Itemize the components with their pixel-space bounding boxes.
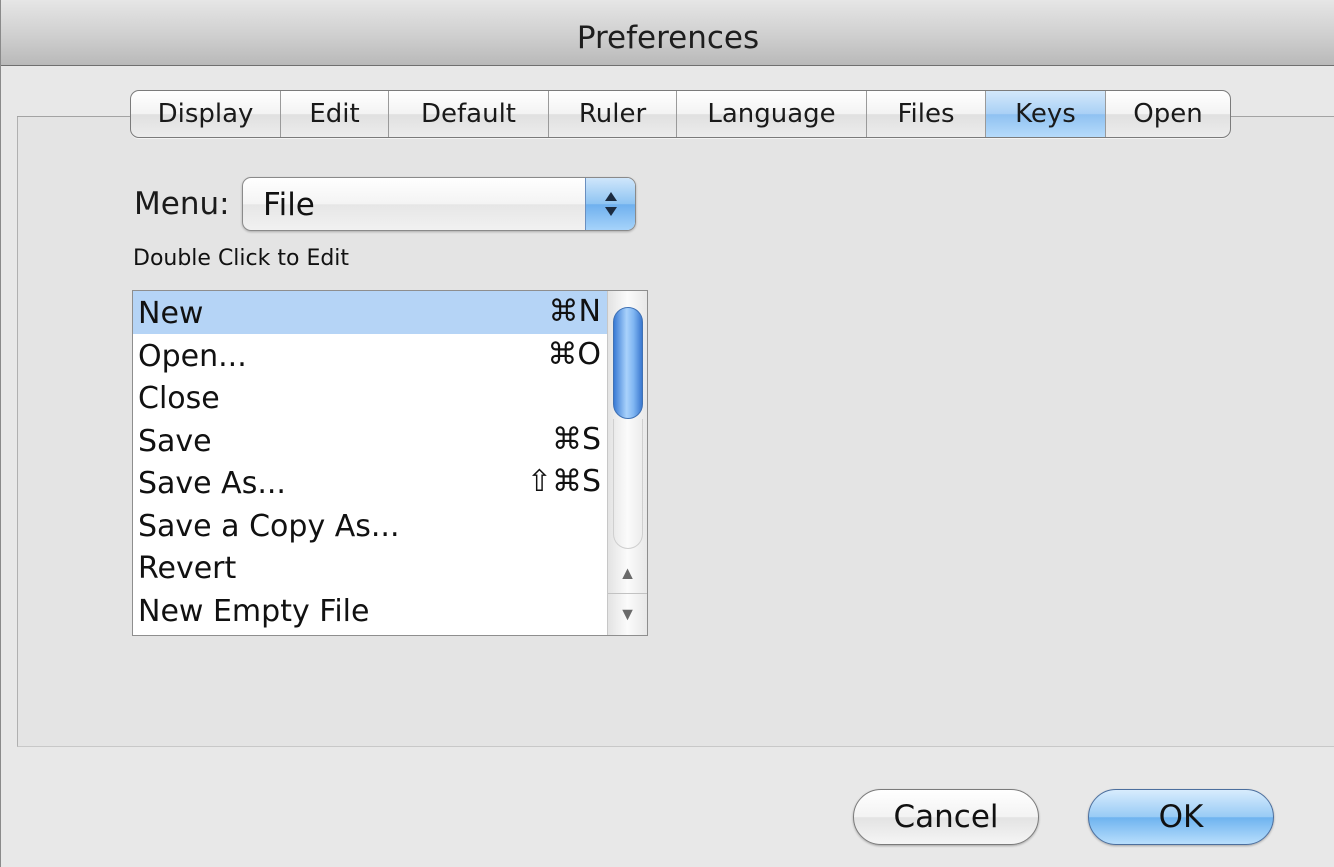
list-item[interactable]: Save As... ⇧⌘S — [133, 461, 607, 504]
down-arrow-icon[interactable]: ▼ — [608, 594, 647, 634]
up-arrow-icon[interactable]: ▲ — [608, 553, 647, 594]
command-name: New — [138, 296, 204, 331]
scrollbar-thumb[interactable] — [613, 307, 643, 419]
tab-language[interactable]: Language — [677, 91, 867, 137]
list-item[interactable]: Open... ⌘O — [133, 334, 607, 377]
command-name: New Empty File — [138, 593, 370, 629]
list-item[interactable]: Save a Copy As... — [133, 504, 607, 547]
tab-files[interactable]: Files — [867, 91, 986, 137]
command-name: Revert — [138, 551, 237, 586]
command-shortcut: ⌘O — [547, 336, 601, 372]
menu-popup-button[interactable]: File — [242, 177, 636, 231]
tab-default[interactable]: Default — [389, 91, 549, 137]
window-title: Preferences — [576, 20, 760, 56]
hint-text: Double Click to Edit — [133, 246, 350, 271]
command-name: Save a Copy As... — [138, 508, 400, 544]
up-down-arrows-icon — [585, 178, 635, 230]
list-item[interactable]: Revert — [133, 546, 607, 589]
ok-button[interactable]: OK — [1088, 789, 1274, 845]
command-shortcut: ⌘N — [548, 294, 601, 329]
command-name: Close — [138, 381, 220, 416]
tab-keys[interactable]: Keys — [986, 91, 1106, 137]
command-name: Save As... — [138, 466, 286, 501]
list-item[interactable]: Save ⌘S — [133, 419, 607, 462]
title-bar[interactable]: Preferences — [1, 0, 1334, 66]
tab-bar: Display Edit Default Ruler Language File… — [130, 90, 1231, 138]
command-shortcut: ⇧⌘S — [526, 464, 601, 499]
menu-label: Menu: — [134, 186, 230, 222]
tab-ruler[interactable]: Ruler — [549, 91, 677, 137]
key-bindings-list[interactable]: New ⌘N Open... ⌘O Close Save ⌘S Save As.… — [132, 290, 648, 636]
tab-open[interactable]: Open — [1106, 91, 1230, 137]
command-shortcut: ⌘S — [551, 421, 601, 457]
menu-popup-value: File — [263, 187, 315, 223]
list-item[interactable]: New ⌘N — [133, 291, 607, 334]
tab-display[interactable]: Display — [131, 91, 281, 137]
vertical-scrollbar[interactable]: ▲ ▼ — [607, 291, 647, 635]
command-name: Save — [138, 423, 212, 459]
tab-edit[interactable]: Edit — [281, 91, 389, 137]
scrollbar-track — [613, 419, 643, 549]
list-item[interactable]: New Empty File — [133, 589, 607, 632]
cancel-button[interactable]: Cancel — [853, 789, 1039, 845]
preferences-window: Preferences Display Edit Default Ruler L… — [0, 0, 1334, 867]
command-name: Open... — [138, 338, 247, 374]
list-item[interactable]: Close — [133, 376, 607, 419]
